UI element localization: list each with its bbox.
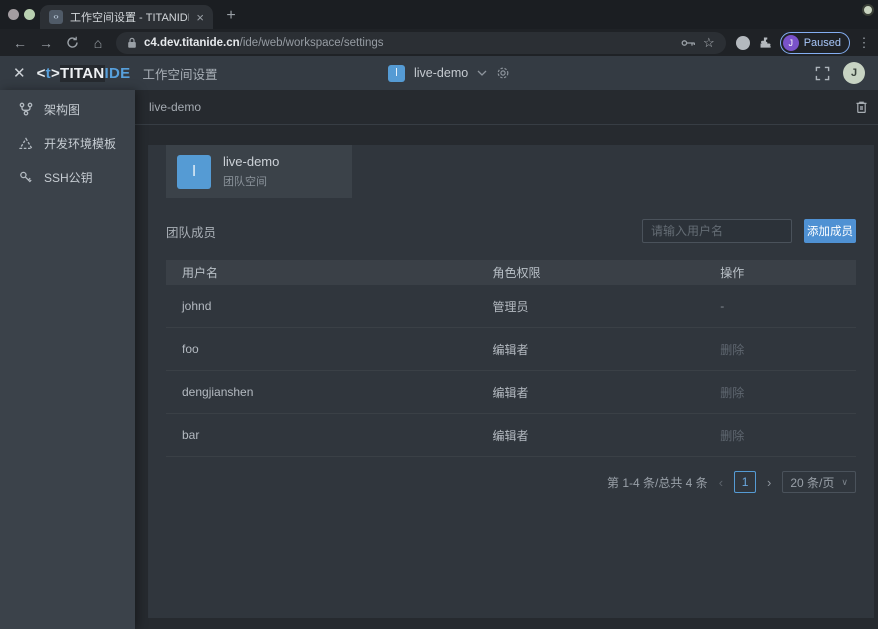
workspace-card-info: live-demo 团队空间 [223, 154, 279, 189]
sidebar-item-label: SSH公钥 [44, 169, 93, 186]
workspace-card-name: live-demo [223, 154, 279, 169]
cell-action-none: - [704, 299, 856, 313]
workspace-card: l live-demo 团队空间 [166, 145, 352, 198]
browser-tab[interactable]: ‹› 工作空间设置 - TITANIDE × [40, 5, 213, 29]
cell-username: dengjianshen [166, 385, 477, 399]
key-icon [18, 171, 33, 184]
window-close-button[interactable] [8, 9, 19, 20]
settings-panel: l live-demo 团队空间 团队成员 添加成员 用户名 角色权限 操作 [148, 145, 874, 618]
url-domain: c4.dev.titanide.cn [144, 37, 240, 49]
back-icon[interactable]: ← [7, 31, 33, 55]
template-triangle-icon [18, 137, 33, 150]
url-path: /ide/web/workspace/settings [240, 37, 384, 49]
toolbar-right: J Paused ⋮ [731, 32, 871, 54]
tab-favicon-icon: ‹› [49, 10, 63, 24]
workspace-card-type: 团队空间 [223, 173, 279, 189]
delete-member-link[interactable]: 删除 [704, 384, 856, 401]
pagination: 第 1-4 条/总共 4 条 ‹ 1 › 20 条/页 ∨ [166, 471, 856, 493]
app-header: ✕ <t>TITANIDE 工作空间设置 l live-demo J [0, 56, 878, 90]
sidebar: 架构图 开发环境模板 SSH公钥 [0, 90, 135, 629]
browser-profile-dot-icon[interactable] [862, 4, 874, 16]
cell-username: foo [166, 342, 477, 356]
logo-brand-accent: IDE [105, 65, 131, 82]
sidebar-item-label: 架构图 [44, 101, 80, 118]
column-header-username: 用户名 [166, 264, 477, 281]
header-right: J [815, 62, 865, 84]
workspace-avatar: l [388, 65, 405, 82]
delete-member-link[interactable]: 删除 [704, 341, 856, 358]
tab-title: 工作空间设置 - TITANIDE [70, 9, 189, 25]
reload-icon[interactable] [59, 31, 85, 55]
pagination-summary: 第 1-4 条/总共 4 条 [607, 474, 708, 491]
profile-status: Paused [804, 37, 841, 49]
delete-member-link[interactable]: 删除 [704, 427, 856, 444]
logo-bracket-left: < [37, 65, 46, 82]
profile-avatar: J [783, 35, 799, 51]
home-icon[interactable]: ⌂ [85, 31, 111, 55]
browser-toolbar: ← → ⌂ c4.dev.titanide.cn/ide/web/workspa… [0, 29, 878, 56]
browser-tabstrip: ‹› 工作空间设置 - TITANIDE × + [0, 0, 878, 29]
password-key-icon[interactable] [681, 38, 696, 48]
workspace-settings-gear-icon[interactable] [496, 66, 510, 80]
browser-profile-button[interactable]: J Paused [780, 32, 850, 54]
table-header-row: 用户名 角色权限 操作 [166, 260, 856, 285]
cell-role: 管理员 [477, 298, 705, 315]
workspace-switcher[interactable]: l live-demo [388, 56, 510, 90]
extension-icon[interactable] [736, 36, 750, 50]
workspace-card-avatar: l [177, 155, 211, 189]
app-logo: <t>TITANIDE [37, 65, 131, 82]
bookmark-star-icon[interactable]: ☆ [703, 35, 715, 51]
browser-menu-icon[interactable]: ⋮ [857, 35, 871, 51]
sidebar-item-label: 开发环境模板 [44, 135, 116, 152]
app-body: 架构图 开发环境模板 SSH公钥 [0, 90, 878, 629]
cell-username: bar [166, 428, 477, 442]
page-size-select[interactable]: 20 条/页 ∨ [782, 471, 856, 493]
add-member-button[interactable]: 添加成员 [804, 219, 856, 243]
cell-role: 编辑者 [477, 384, 705, 401]
address-bar[interactable]: c4.dev.titanide.cn/ide/web/workspace/set… [116, 32, 726, 54]
members-section-title: 团队成员 [166, 222, 216, 241]
window-minimize-button[interactable] [24, 9, 35, 20]
cell-username: johnd [166, 299, 477, 313]
workspace-name: live-demo [414, 66, 468, 80]
forward-icon[interactable]: → [33, 31, 59, 55]
cell-role: 编辑者 [477, 341, 705, 358]
table-row: dengjianshen 编辑者 删除 [166, 371, 856, 414]
close-settings-icon[interactable]: ✕ [13, 64, 26, 82]
next-page-icon[interactable]: › [766, 475, 772, 490]
members-table: 用户名 角色权限 操作 johnd 管理员 - foo 编辑者 删除 [166, 260, 856, 457]
sidebar-item-ssh-keys[interactable]: SSH公钥 [0, 160, 135, 194]
members-toolbar: 团队成员 添加成员 [166, 219, 856, 243]
username-input[interactable] [642, 219, 792, 243]
column-header-actions: 操作 [704, 264, 856, 281]
table-row: bar 编辑者 删除 [166, 414, 856, 457]
lock-icon [127, 37, 137, 49]
new-tab-button[interactable]: + [221, 6, 241, 26]
table-row: johnd 管理员 - [166, 285, 856, 328]
logo-bracket-right: > [51, 65, 60, 82]
select-chevron-icon: ∨ [841, 477, 848, 488]
logo-brand-main: TITAN [60, 65, 105, 82]
cell-role: 编辑者 [477, 427, 705, 444]
table-row: foo 编辑者 删除 [166, 328, 856, 371]
browser-window: ‹› 工作空间设置 - TITANIDE × + ← → ⌂ c4.dev.ti… [0, 0, 878, 629]
fullscreen-icon[interactable] [815, 66, 830, 81]
sidebar-item-architecture[interactable]: 架构图 [0, 92, 135, 126]
user-avatar[interactable]: J [843, 62, 865, 84]
prev-page-icon[interactable]: ‹ [718, 475, 724, 490]
sidebar-item-dev-env-template[interactable]: 开发环境模板 [0, 126, 135, 160]
delete-workspace-trash-icon[interactable] [855, 100, 868, 114]
page-number-button[interactable]: 1 [734, 471, 756, 493]
main-area: live-demo l live-demo 团队空间 [135, 90, 878, 629]
tab-close-icon[interactable]: × [196, 11, 204, 24]
fork-branch-icon [18, 102, 33, 116]
page-title: 工作空间设置 [142, 64, 217, 83]
extensions-puzzle-icon[interactable] [758, 35, 773, 50]
chevron-down-icon[interactable] [477, 70, 487, 76]
column-header-role: 角色权限 [477, 264, 705, 281]
page-size-value: 20 条/页 [790, 474, 834, 491]
url-text: c4.dev.titanide.cn/ide/web/workspace/set… [144, 37, 674, 49]
breadcrumb: live-demo [149, 100, 201, 114]
breadcrumb-bar: live-demo [135, 90, 878, 125]
